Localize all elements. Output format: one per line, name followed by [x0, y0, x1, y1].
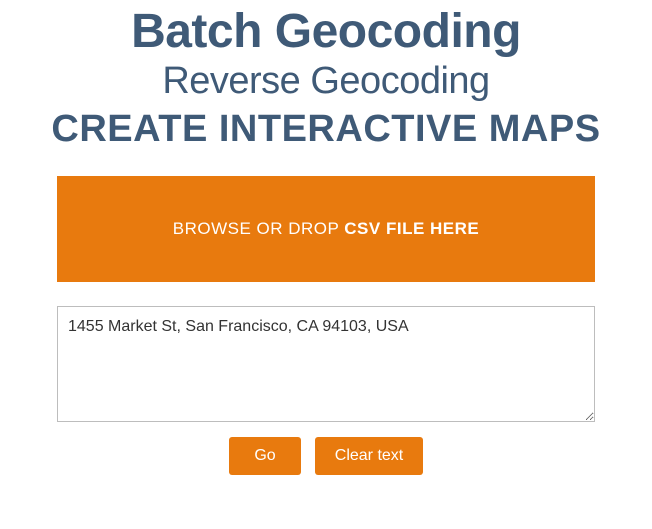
- dropzone-bold: CSV FILE HERE: [344, 219, 479, 238]
- title-reverse-geocoding: Reverse Geocoding: [162, 61, 489, 103]
- clear-text-button[interactable]: Clear text: [315, 437, 423, 475]
- dropzone-label: BROWSE OR DROP CSV FILE HERE: [173, 219, 480, 239]
- main-container: Batch Geocoding Reverse Geocoding CREATE…: [0, 0, 652, 475]
- dropzone-prefix: BROWSE OR DROP: [173, 219, 345, 238]
- button-row: Go Clear text: [229, 437, 423, 475]
- csv-dropzone[interactable]: BROWSE OR DROP CSV FILE HERE: [57, 176, 595, 282]
- go-button[interactable]: Go: [229, 437, 301, 475]
- title-batch-geocoding: Batch Geocoding: [131, 6, 521, 59]
- textarea-wrap: [57, 306, 595, 427]
- title-create-maps: CREATE INTERACTIVE MAPS: [51, 109, 600, 151]
- address-input[interactable]: [57, 306, 595, 422]
